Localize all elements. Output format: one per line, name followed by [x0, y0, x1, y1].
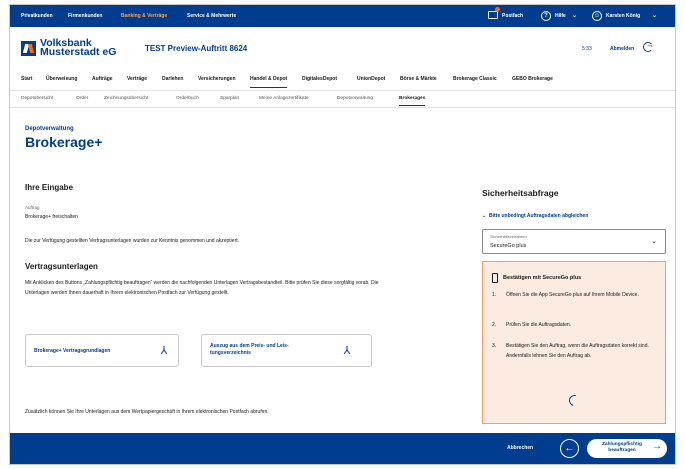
docs-intro: Mit Anklicken des Buttons „Zahlungspflic…: [25, 280, 379, 296]
subnav-depotuebersicht[interactable]: Depotübersicht: [21, 96, 53, 101]
nav-auftraege[interactable]: Aufträge: [92, 76, 113, 82]
nav-start[interactable]: Start: [21, 76, 32, 82]
back-button[interactable]: ←: [560, 439, 579, 458]
securego-instructions: Bestätigen mit SecureGo plus 1. Öffnen S…: [482, 261, 666, 424]
confirm-text: Die zur Verfügung gestellten Vertragsunt…: [25, 238, 240, 244]
browser-viewport: Privatkunden Firmenkunden Banking & Vert…: [9, 4, 676, 465]
subnav-order[interactable]: Order: [76, 96, 88, 101]
select-label: Sicherheitsverfahren: [490, 234, 527, 239]
doc-card-label-line2: tungsverzeichnis: [210, 350, 251, 356]
sub-navigation: Depotübersicht Order Zeichnungsübersicht…: [10, 91, 675, 108]
chevron-down-icon[interactable]: ⌄: [572, 12, 577, 19]
action-bar: Abbrechen ← Zahlungspflichtig beauftrage…: [10, 433, 675, 464]
mail-icon[interactable]: [488, 11, 498, 19]
nav-union-depot[interactable]: UnionDepot: [357, 76, 385, 82]
arrow-left-icon: ←: [564, 443, 575, 454]
collapse-order-data[interactable]: ⌄ Bitte unbedingt Auftragsdaten abgleich…: [482, 213, 588, 219]
doc-card-label: Brokerage+ Vertragsgrundlagen: [34, 348, 111, 354]
instructions-title: Bestätigen mit SecureGo plus: [503, 275, 582, 281]
doc-card-label-line1: Auszug aus dem Preis- und Leis-: [210, 343, 289, 349]
step-number: 1.: [492, 292, 497, 298]
logout-icon[interactable]: [643, 40, 654, 52]
submit-label-line2: beauftragen: [608, 448, 636, 453]
subnav-orderbuch[interactable]: Orderbuch: [176, 96, 199, 101]
page-kicker: Depotverwaltung: [25, 126, 74, 132]
subnav-zeichnungsuebersicht[interactable]: Zeichnungsübersicht: [104, 96, 148, 101]
subnav-sparplan[interactable]: Sparplan: [220, 96, 239, 101]
user-menu[interactable]: Karsten König: [606, 13, 640, 19]
security-heading: Sicherheitsabfrage: [482, 188, 559, 198]
nav-versicherungen[interactable]: Versicherungen: [198, 76, 236, 82]
main-navigation: Start Überweisung Aufträge Verträge Darl…: [10, 69, 675, 91]
step-number: 3.: [492, 343, 497, 349]
nav-boerse-maerkte[interactable]: Börse & Märkte: [400, 76, 437, 82]
select-value: SecureGo plus: [490, 243, 527, 249]
step-number: 2.: [492, 322, 497, 328]
nav-ueberweisung[interactable]: Überweisung: [46, 76, 77, 82]
phone-icon: [492, 273, 498, 283]
doc-card-label: Auszug aus dem Preis- und Leis- tungsver…: [210, 343, 289, 357]
notification-badge: [495, 7, 500, 12]
nav-brokerage-classic[interactable]: Brokerage Classic: [453, 76, 497, 82]
chevron-down-icon: ⌄: [482, 213, 487, 219]
loading-spinner-icon: [566, 392, 583, 409]
submit-label: Zahlungspflichtig beauftragen: [597, 442, 647, 454]
segment-firmenkunden[interactable]: Firmenkunden: [68, 13, 102, 19]
nav-darlehen[interactable]: Darlehen: [162, 76, 183, 82]
logout-button[interactable]: Abmelden: [610, 46, 634, 52]
collapse-label: Bitte unbedingt Auftragsdaten abgleichen: [488, 213, 589, 219]
segment-banking-vertraege[interactable]: Banking & Verträge: [121, 13, 167, 19]
bank-name[interactable]: Volksbank Musterstadt eG: [40, 38, 117, 58]
nav-handel-depot[interactable]: Handel & Depot: [250, 76, 288, 88]
chevron-down-icon[interactable]: ⌄: [652, 12, 657, 19]
bank-logo-icon[interactable]: [21, 41, 36, 56]
step-text: Öffnen Sie die App SecureGo plus auf Ihr…: [506, 292, 639, 298]
field-value: Brokerage+ freischalten: [25, 214, 78, 220]
docs-footnote: Zusätzlich können Sie Ihre Unterlagen au…: [25, 409, 269, 415]
segment-service-mehrwerte[interactable]: Service & Mehrwerte: [187, 13, 236, 19]
subnav-brokerages[interactable]: Brokerages: [399, 96, 426, 106]
subnav-depotverwaltung[interactable]: Depotverwaltung: [337, 96, 373, 101]
section-heading-docs: Vertragsunterlagen: [25, 262, 98, 271]
segment-bar: Privatkunden Firmenkunden Banking & Vert…: [10, 5, 675, 27]
section-heading-input: Ihre Eingabe: [25, 183, 74, 192]
page-title: Brokerage+: [25, 134, 103, 150]
segment-privatkunden[interactable]: Privatkunden: [21, 13, 53, 19]
session-timer: 5:33: [582, 46, 592, 52]
cancel-button[interactable]: Abbrechen: [507, 445, 533, 451]
help-link[interactable]: Hilfe: [555, 13, 566, 19]
arrow-right-icon: →: [652, 441, 662, 452]
postbox-link[interactable]: Postfach: [502, 13, 523, 19]
field-label: Auftrag: [25, 205, 40, 210]
step-text: Prüfen Sie die Auftragsdaten.: [506, 322, 572, 328]
chevron-down-icon: ⌄: [651, 238, 657, 245]
submit-button[interactable]: Zahlungspflichtig beauftragen →: [587, 439, 667, 458]
nav-vertraege[interactable]: Verträge: [127, 76, 147, 82]
doc-card-vertragsgrundlagen[interactable]: Brokerage+ Vertragsgrundlagen ⅄: [25, 334, 179, 367]
pdf-icon: ⅄: [343, 345, 351, 357]
security-method-select[interactable]: Sicherheitsverfahren SecureGo plus ⌄: [482, 229, 666, 254]
nav-digitales-depot[interactable]: DigitalesDepot: [302, 76, 337, 82]
subnav-anlagezertifikate[interactable]: Meine Anlagezertifikate: [259, 96, 309, 101]
user-icon[interactable]: ☺: [592, 11, 602, 21]
doc-card-preisverzeichnis[interactable]: Auszug aus dem Preis- und Leis- tungsver…: [201, 334, 372, 367]
bank-name-line2: Musterstadt eG: [40, 46, 117, 58]
help-icon[interactable]: ?: [541, 11, 551, 21]
step-text: Bestätigen Sie den Auftrag, wenn die Auf…: [506, 343, 649, 359]
pdf-icon: ⅄: [160, 345, 168, 357]
preview-title: TEST Preview-Auftritt 8624: [145, 44, 248, 53]
header: Volksbank Musterstadt eG TEST Preview-Au…: [10, 27, 675, 69]
nav-gebo-brokerage[interactable]: GEBO Brokerage: [512, 76, 553, 82]
